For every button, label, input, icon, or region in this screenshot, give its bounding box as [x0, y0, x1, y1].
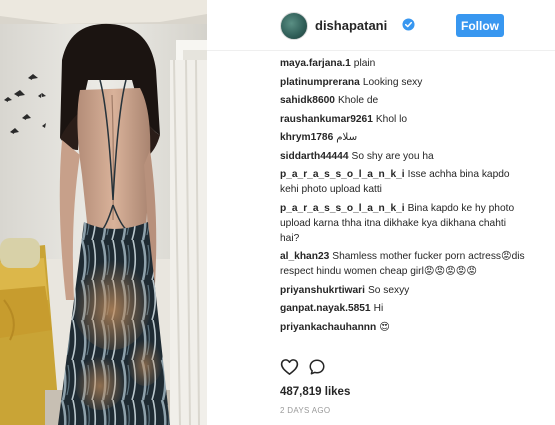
comment-text: So shy are you ha — [351, 150, 434, 162]
comment-item: priyankachauhannn 😍 — [280, 320, 528, 335]
post-actions — [280, 358, 540, 378]
comment-username[interactable]: sahidk8600 — [280, 95, 335, 106]
comment-item: maya.farjana.1 plain — [280, 56, 528, 71]
comment-text: Hi — [373, 303, 384, 314]
avatar[interactable] — [280, 12, 308, 40]
likes-count[interactable]: 487,819 likes — [280, 386, 350, 398]
comment-username[interactable]: priyankachauhannn — [280, 322, 376, 333]
comment-text: Looking sexy — [362, 76, 423, 88]
post-image — [0, 0, 207, 425]
post-side-panel: dishapatani Follow maya.farjana.1 plain p… — [207, 0, 555, 425]
comment-item: p_a_r_a_s_s_o_l_a_n_k_i Bina kapdo ke hy … — [280, 201, 528, 246]
comment-item: al_khan23 Shamless mother fucker porn act… — [280, 249, 528, 279]
verified-badge-icon — [402, 18, 415, 31]
comment-text: Khole de — [337, 95, 379, 106]
comment-username[interactable]: p_a_r_a_s_s_o_l_a_n_k_i — [280, 203, 405, 214]
post-timestamp: 2 DAYS AGO — [280, 406, 331, 415]
comment-item: khrym1786 سلام — [280, 130, 528, 145]
post-header: dishapatani Follow — [207, 0, 555, 51]
comment-item: priyanshukrtiwari So sexyy — [280, 283, 528, 298]
comment-username[interactable]: ganpat.nayak.5851 — [280, 303, 371, 314]
comment-item: sahidk8600 Khole de — [280, 93, 528, 108]
comment-username[interactable]: platinumprerana — [280, 77, 360, 88]
comment-username[interactable]: khrym1786 — [280, 132, 333, 143]
comment-username[interactable]: raushankumar9261 — [280, 114, 373, 125]
comment-item: siddarth44444 So shy are you ha — [280, 149, 528, 164]
comment-text: So sexyy — [367, 284, 410, 296]
comment-icon[interactable] — [308, 358, 326, 376]
comments-list: maya.farjana.1 plain platinumprerana Looki… — [280, 56, 528, 338]
comment-item: raushankumar9261 Khol lo — [280, 112, 528, 127]
comment-username[interactable]: maya.farjana.1 — [280, 58, 351, 69]
comment-text: Khol lo — [375, 113, 408, 125]
comment-text: 😍 — [379, 321, 390, 333]
comment-item: platinumprerana Looking sexy — [280, 75, 528, 90]
follow-button[interactable]: Follow — [456, 14, 504, 37]
username[interactable]: dishapatani — [315, 18, 387, 33]
post-photo — [0, 0, 207, 425]
comment-item: ganpat.nayak.5851 Hi — [280, 301, 528, 316]
comment-username[interactable]: p_a_r_a_s_s_o_l_a_n_k_i — [280, 169, 405, 180]
comment-text: سلام — [336, 132, 358, 143]
comment-username[interactable]: siddarth44444 — [280, 151, 349, 162]
comment-username[interactable]: al_khan23 — [280, 251, 329, 262]
comment-username[interactable]: priyanshukrtiwari — [280, 285, 365, 296]
comment-item: p_a_r_a_s_s_o_l_a_n_k_i Isse achha bina k… — [280, 167, 528, 197]
heart-icon[interactable] — [280, 358, 299, 376]
comment-text: plain — [353, 58, 376, 69]
